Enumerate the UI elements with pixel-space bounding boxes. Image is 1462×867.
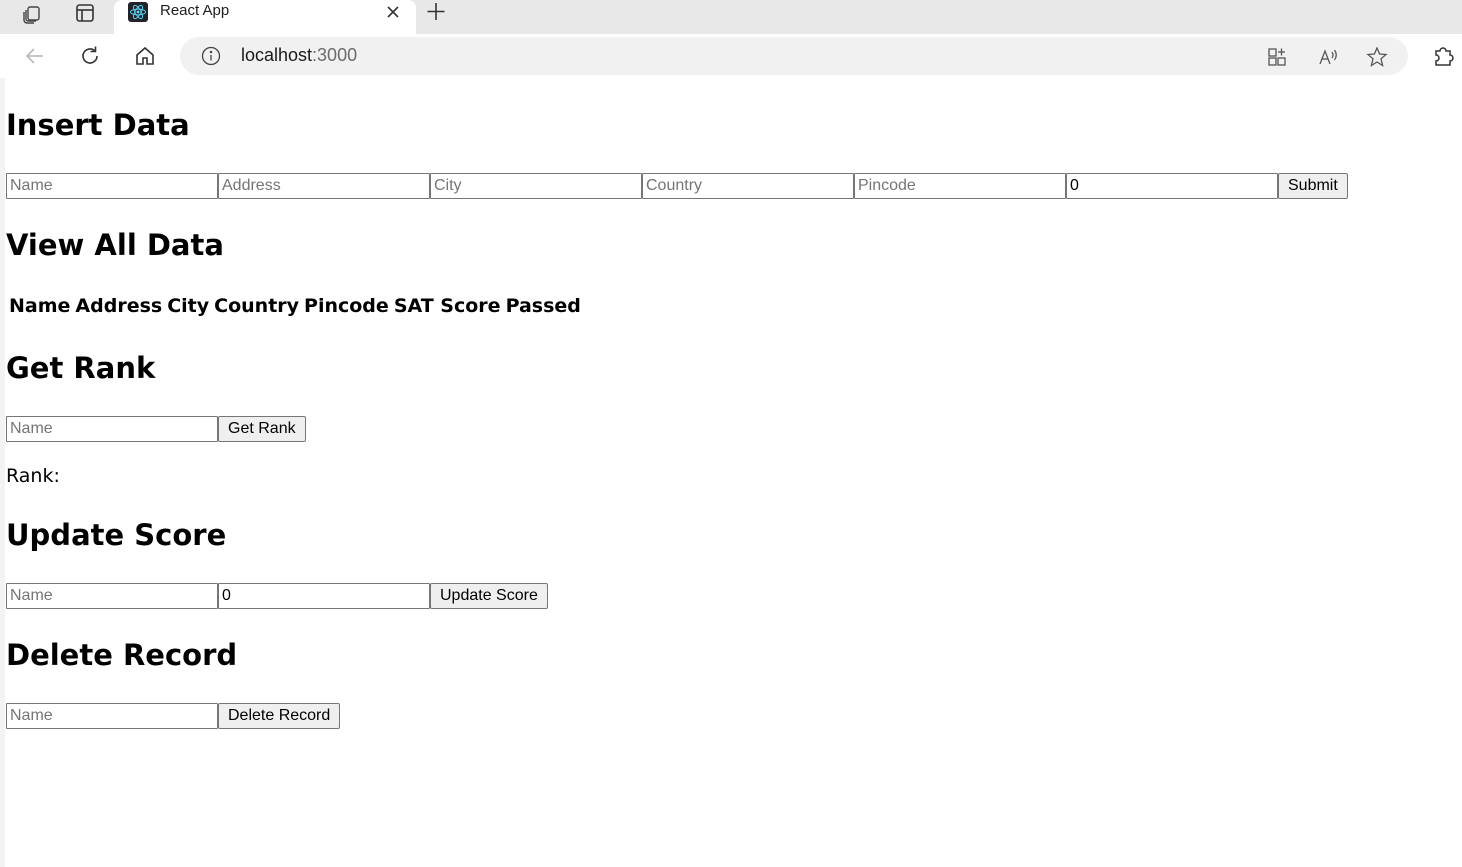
insert-city-input[interactable]	[430, 173, 642, 199]
get-rank-button[interactable]: Get Rank	[218, 416, 306, 442]
update-name-input[interactable]	[6, 583, 218, 609]
tab-actions-icon[interactable]	[68, 0, 102, 26]
close-icon[interactable]	[384, 3, 402, 21]
column-header: Address	[75, 295, 163, 317]
delete-record-heading: Delete Record	[6, 638, 238, 672]
insert-data-heading: Insert Data	[6, 108, 190, 142]
column-header: Country	[214, 295, 300, 317]
browser-tab-bar: React App	[0, 0, 1462, 34]
insert-country-input[interactable]	[642, 173, 854, 199]
viewport-edge	[0, 78, 5, 867]
react-logo-icon	[128, 2, 148, 22]
favorite-star-icon[interactable]	[1365, 45, 1389, 69]
tab-title: React App	[160, 2, 230, 19]
get-rank-heading: Get Rank	[6, 351, 156, 385]
app-page: Insert Data Submit View All Data Name Ad…	[6, 78, 1462, 867]
view-all-data-heading: View All Data	[6, 228, 224, 262]
insert-address-input[interactable]	[218, 173, 430, 199]
read-aloud-icon[interactable]	[1316, 45, 1340, 69]
extensions-icon[interactable]	[1430, 42, 1458, 70]
column-header: Name	[9, 295, 71, 317]
browser-toolbar: localhost:3000	[0, 34, 1462, 78]
column-header: Pincode	[304, 295, 389, 317]
url-text: localhost:3000	[241, 45, 358, 65]
submit-button[interactable]: Submit	[1278, 173, 1348, 199]
update-score-heading: Update Score	[6, 518, 227, 552]
data-table-header: Name Address City Country Pincode SAT Sc…	[9, 295, 581, 317]
rank-result: Rank:	[6, 465, 60, 487]
column-header: Passed	[505, 295, 581, 317]
back-arrow-icon[interactable]	[20, 41, 50, 71]
insert-name-input[interactable]	[6, 173, 218, 199]
new-tab-icon[interactable]	[424, 0, 448, 24]
delete-record-button[interactable]: Delete Record	[218, 703, 341, 729]
refresh-icon[interactable]	[75, 41, 105, 71]
address-bar[interactable]: localhost:3000	[180, 37, 1408, 75]
insert-sat-score-input[interactable]	[1066, 173, 1278, 199]
update-score-input[interactable]	[218, 583, 430, 609]
home-icon[interactable]	[130, 41, 160, 71]
app-available-icon[interactable]	[1265, 45, 1289, 69]
tab-react-app[interactable]: React App	[114, 0, 416, 34]
rank-label: Rank:	[6, 465, 60, 487]
insert-pincode-input[interactable]	[854, 173, 1066, 199]
site-info-icon[interactable]	[201, 46, 221, 66]
workspaces-icon[interactable]	[15, 0, 49, 26]
column-header: City	[167, 295, 210, 317]
rank-name-input[interactable]	[6, 416, 218, 442]
column-header: SAT Score	[393, 295, 501, 317]
update-score-button[interactable]: Update Score	[430, 583, 548, 609]
delete-name-input[interactable]	[6, 703, 218, 729]
